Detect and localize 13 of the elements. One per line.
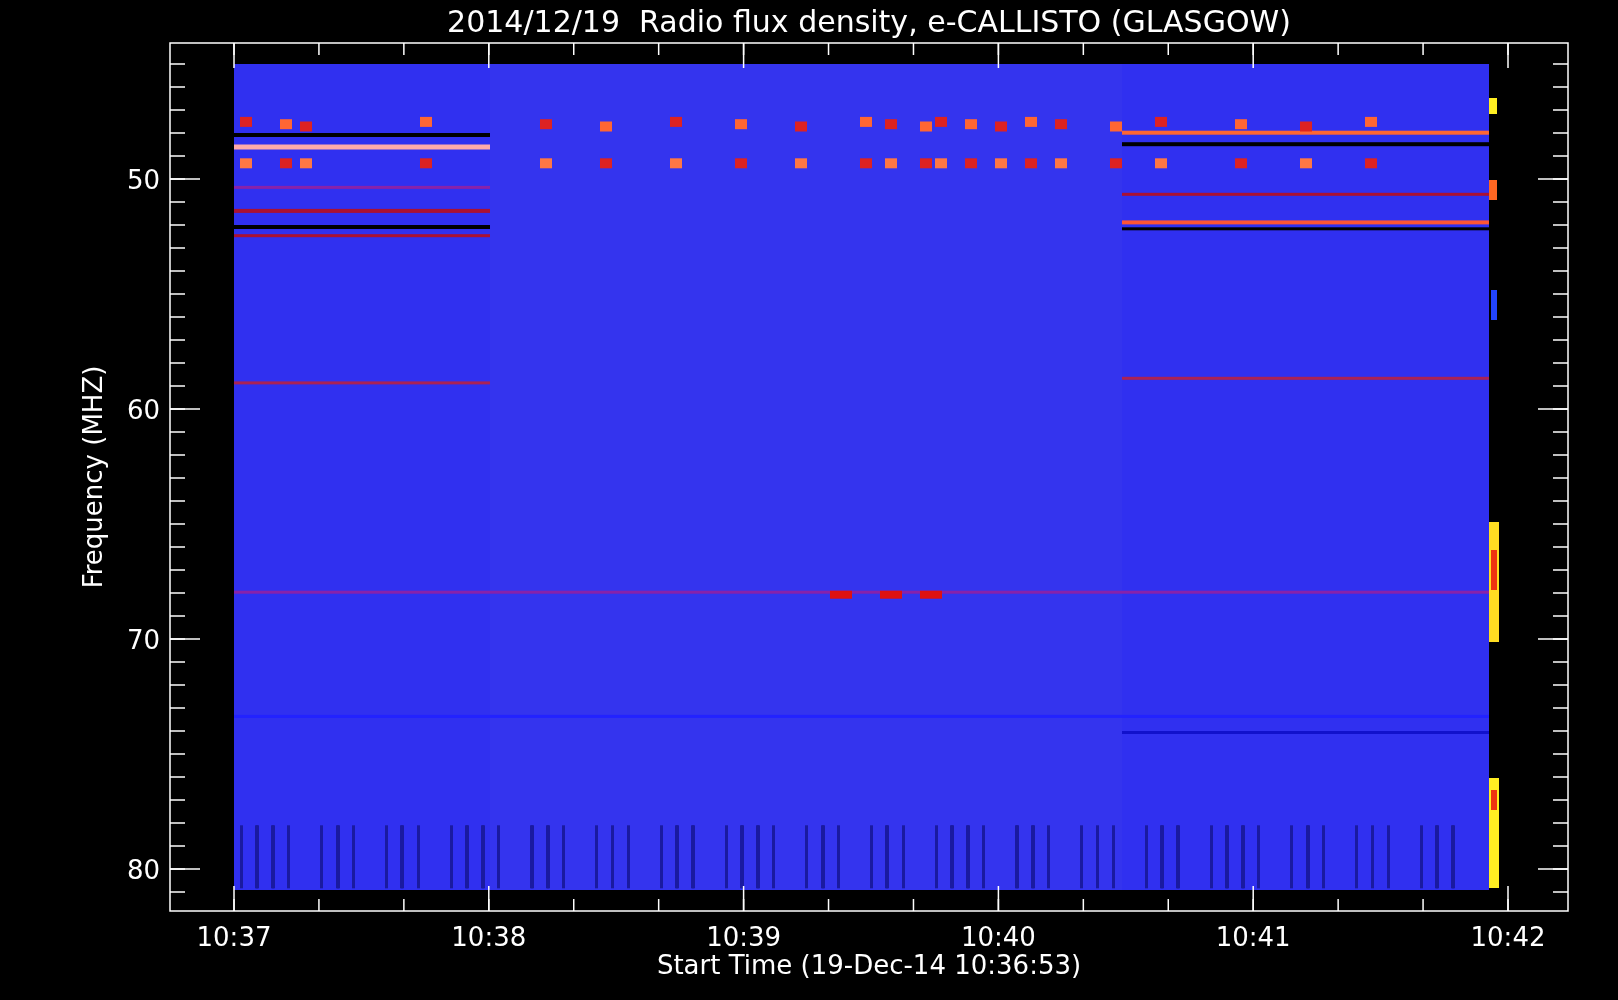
y-tick-label: 70 — [126, 625, 160, 655]
chart-title: 2014/12/19 Radio flux density, e-CALLISTO (GLASGOW) — [447, 4, 1291, 39]
x-tick-label: 10:37 — [196, 922, 272, 952]
x-tick-label: 10:39 — [706, 922, 782, 952]
y-tick-label: 50 — [126, 165, 160, 195]
y-tick-label: 60 — [126, 395, 160, 425]
x-axis-label: Start Time (19-Dec-14 10:36:53) — [656, 950, 1082, 980]
x-tick-label: 10:41 — [1215, 922, 1291, 952]
x-tick-label: 10:40 — [960, 922, 1036, 952]
x-tick-label: 10:42 — [1470, 922, 1546, 952]
x-tick-label: 10:38 — [451, 922, 527, 952]
y-axis-label: Frequency (MHZ) — [78, 365, 108, 589]
y-tick-label: 80 — [126, 855, 160, 885]
